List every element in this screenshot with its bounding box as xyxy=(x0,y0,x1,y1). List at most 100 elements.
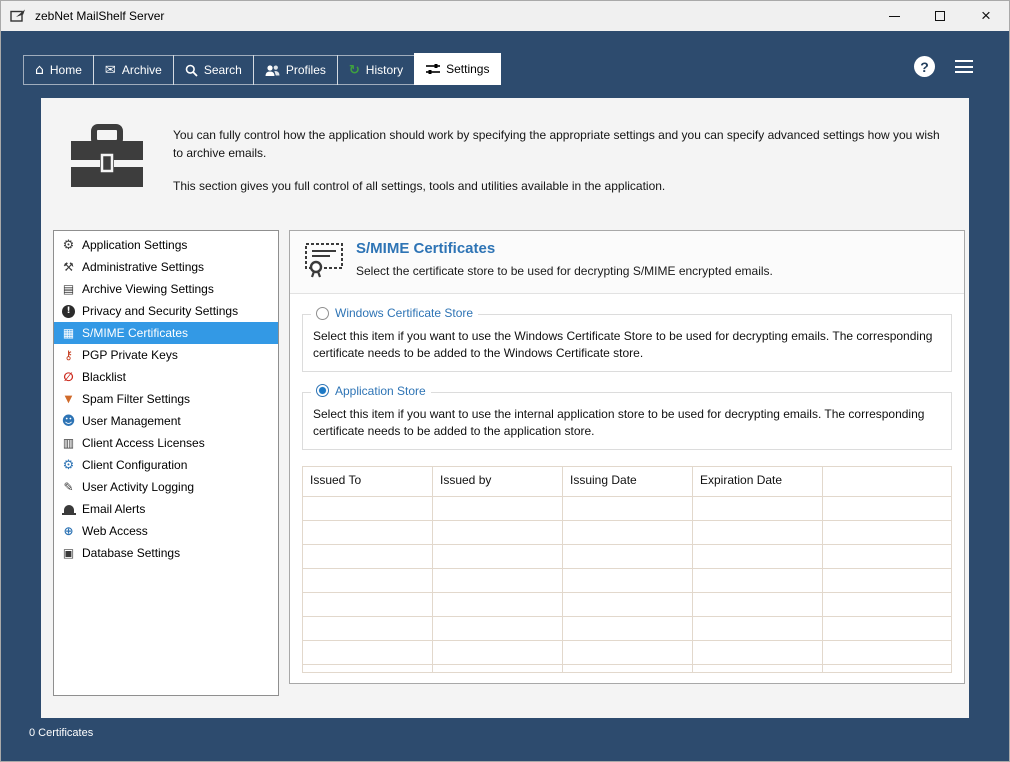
minimize-icon xyxy=(888,15,900,17)
tab-home[interactable]: Home xyxy=(23,55,94,85)
maximize-button[interactable] xyxy=(917,1,963,31)
tab-archive[interactable]: Archive xyxy=(92,55,174,85)
panel-subtitle: Select the certificate store to be used … xyxy=(356,264,773,278)
certificate-icon xyxy=(60,326,77,340)
description-paragraph: You can fully control how the applicatio… xyxy=(173,128,940,160)
tab-search[interactable]: Search xyxy=(172,55,254,85)
client-config-icon xyxy=(60,458,77,473)
certificates-table: Issued To Issued by Issuing Date Expirat… xyxy=(302,465,952,673)
filter-icon xyxy=(60,394,77,405)
sidebar-item-label: User Management xyxy=(82,414,181,428)
option-description: Select this item if you want to use the … xyxy=(313,406,925,439)
sidebar-item-label: Privacy and Security Settings xyxy=(82,304,239,318)
bell-icon xyxy=(60,505,77,515)
sidebar-item-application-settings[interactable]: Application Settings xyxy=(54,234,278,256)
panel-title: S/MIME Certificates xyxy=(356,240,496,257)
pencil-icon xyxy=(60,480,77,494)
tab-settings[interactable]: Settings xyxy=(414,53,502,85)
tab-label: Home xyxy=(49,63,82,77)
certificate-count: 0 Certificates xyxy=(29,727,94,739)
sidebar-item-administrative-settings[interactable]: Administrative Settings xyxy=(54,256,278,278)
maximize-icon xyxy=(935,11,945,21)
sidebar-item-label: Database Settings xyxy=(82,546,181,560)
page-description: You can fully control how the applicatio… xyxy=(173,124,947,216)
sidebar-item-client-access-licenses[interactable]: Client Access Licenses xyxy=(54,432,278,454)
windows-certificate-store-group: Windows Certificate Store Select this it… xyxy=(302,306,952,372)
sliders-icon xyxy=(426,63,441,75)
radio-windows-certificate-store[interactable]: Windows Certificate Store xyxy=(311,306,479,320)
hamburger-menu-icon[interactable] xyxy=(955,60,973,73)
column-header-issuing-date[interactable]: Issuing Date xyxy=(563,466,693,496)
help-icon[interactable] xyxy=(914,56,935,77)
sidebar-item-spam-filter-settings[interactable]: Spam Filter Settings xyxy=(54,388,278,410)
settings-category-list: Application Settings Administrative Sett… xyxy=(53,230,279,696)
window-body: Home Archive Search Profiles History xyxy=(1,31,1009,761)
app-window: zebNet MailShelf Server Home Archive Sea… xyxy=(0,0,1010,762)
settings-page: You can fully control how the applicatio… xyxy=(41,98,969,718)
minimize-button[interactable] xyxy=(871,1,917,31)
sidebar-item-label: Spam Filter Settings xyxy=(82,392,191,406)
sidebar-item-label: Application Settings xyxy=(82,238,188,252)
tab-label: Archive xyxy=(121,63,162,77)
database-icon xyxy=(60,546,77,560)
sidebar-item-label: Email Alerts xyxy=(82,502,146,516)
sidebar-item-client-configuration[interactable]: Client Configuration xyxy=(54,454,278,476)
gear-icon xyxy=(60,238,77,253)
envelope-icon xyxy=(105,63,116,78)
tab-profiles[interactable]: Profiles xyxy=(252,55,338,85)
title-bar: zebNet MailShelf Server xyxy=(1,1,1009,31)
radio-unselected-icon xyxy=(316,306,329,320)
column-header-issued-to[interactable]: Issued To xyxy=(303,466,433,496)
sidebar-item-email-alerts[interactable]: Email Alerts xyxy=(54,498,278,520)
people-icon xyxy=(265,64,280,77)
tab-history[interactable]: History xyxy=(336,55,416,85)
toolbox-icon xyxy=(69,124,145,216)
application-store-group: Application Store Select this item if yo… xyxy=(302,383,952,450)
license-icon xyxy=(60,436,77,450)
table-body xyxy=(303,496,951,672)
column-header-issued-by[interactable]: Issued by xyxy=(433,466,563,496)
sidebar-item-archive-viewing-settings[interactable]: Archive Viewing Settings xyxy=(54,278,278,300)
sidebar-item-user-activity-logging[interactable]: User Activity Logging xyxy=(54,476,278,498)
close-button[interactable] xyxy=(963,1,1009,31)
settings-columns: Application Settings Administrative Sett… xyxy=(53,230,965,696)
column-header-expiration-date[interactable]: Expiration Date xyxy=(693,466,823,496)
radio-selected-icon xyxy=(316,384,329,398)
blocked-icon xyxy=(60,370,77,384)
history-icon xyxy=(349,63,360,78)
sidebar-item-pgp-private-keys[interactable]: PGP Private Keys xyxy=(54,344,278,366)
home-icon xyxy=(35,62,44,78)
globe-icon xyxy=(60,524,77,538)
tab-label: Search xyxy=(203,63,242,77)
radio-application-store[interactable]: Application Store xyxy=(311,383,431,398)
sidebar-item-label: User Activity Logging xyxy=(82,480,195,494)
column-header-filler xyxy=(823,467,951,496)
sidebar-item-label: PGP Private Keys xyxy=(82,348,178,362)
sidebar-item-web-access[interactable]: Web Access xyxy=(54,520,278,542)
sidebar-item-label: S/MIME Certificates xyxy=(82,326,189,340)
panel-header: S/MIME Certificates Select the certifica… xyxy=(290,231,964,294)
sidebar-item-label: Client Configuration xyxy=(82,458,188,472)
tab-strip: Home Archive Search Profiles History xyxy=(1,31,1009,85)
magnifier-icon xyxy=(185,64,198,77)
sidebar-item-user-management[interactable]: User Management xyxy=(54,410,278,432)
tab-label: Settings xyxy=(446,62,490,76)
app-icon xyxy=(10,8,28,24)
smime-certificates-panel: S/MIME Certificates Select the certifica… xyxy=(289,230,965,684)
sidebar-item-privacy-and-security-settings[interactable]: Privacy and Security Settings xyxy=(54,300,278,322)
sidebar-item-smime-certificates[interactable]: S/MIME Certificates xyxy=(54,322,278,344)
sidebar-item-database-settings[interactable]: Database Settings xyxy=(54,542,278,564)
close-icon xyxy=(981,7,991,26)
document-icon xyxy=(60,282,77,296)
sidebar-item-blacklist[interactable]: Blacklist xyxy=(54,366,278,388)
sidebar-item-label: Archive Viewing Settings xyxy=(82,282,214,296)
page-header: You can fully control how the applicatio… xyxy=(41,98,969,216)
user-icon xyxy=(60,414,77,429)
sidebar-item-label: Client Access Licenses xyxy=(82,436,205,450)
window-controls xyxy=(871,1,1009,31)
privacy-exclamation-icon xyxy=(60,304,77,318)
sidebar-item-label: Administrative Settings xyxy=(82,260,205,274)
tools-icon xyxy=(60,260,77,274)
radio-label: Application Store xyxy=(335,383,426,398)
certificate-seal-icon xyxy=(304,242,346,283)
